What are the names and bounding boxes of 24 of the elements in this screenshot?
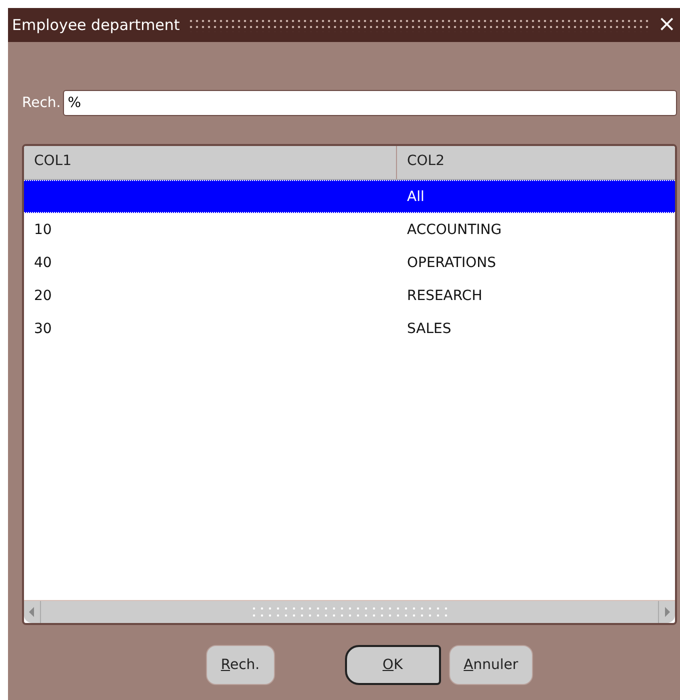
dialog-button[interactable]: Annuler [448, 645, 534, 685]
table-cell: 40 [34, 254, 52, 270]
close-icon[interactable]: × [658, 14, 676, 36]
column-header[interactable]: COL2 [397, 146, 455, 179]
horizontal-scrollbar[interactable] [24, 600, 675, 623]
list-row[interactable]: 20 RESEARCH [24, 279, 675, 312]
table-cell: OPERATIONS [407, 254, 496, 270]
list-row[interactable]: All [24, 180, 675, 213]
column-header[interactable]: COL1 [24, 146, 397, 179]
window-title: Employee department [12, 16, 180, 34]
list-row[interactable]: 40 OPERATIONS [24, 246, 675, 279]
table-cell: 30 [34, 320, 52, 336]
dialog-button[interactable]: Rech. [206, 645, 275, 685]
search-label: Rech. [22, 95, 61, 111]
list-row[interactable]: 10 ACCOUNTING [24, 213, 675, 246]
search-field[interactable]: % [62, 90, 677, 116]
table-cell: All [407, 188, 424, 204]
table-cell: RESEARCH [407, 288, 482, 304]
table-cell: ACCOUNTING [407, 222, 502, 238]
table-cell: SALES [407, 320, 452, 336]
list-row[interactable]: 30 SALES [24, 312, 675, 345]
dialog-button[interactable]: OK [344, 645, 441, 685]
table-cell: 20 [34, 288, 52, 304]
table-cell: 10 [34, 222, 52, 238]
